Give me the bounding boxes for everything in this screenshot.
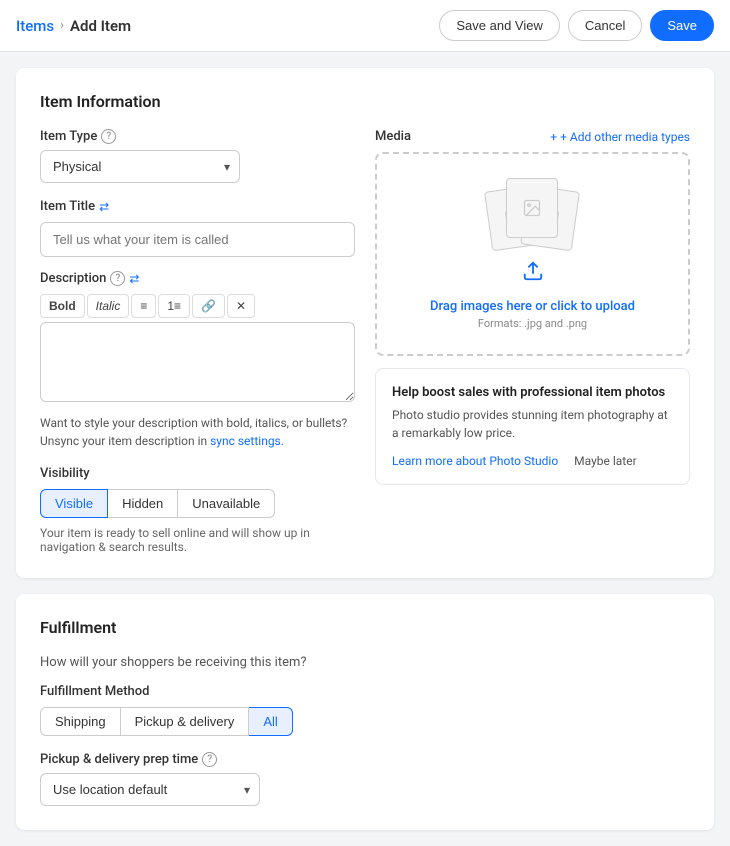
top-actions: Save and View Cancel Save — [439, 10, 714, 41]
prep-time-help-icon[interactable]: ? — [202, 752, 217, 767]
item-info-right: Media + + Add other media types — [375, 129, 690, 554]
photo-studio-card: Help boost sales with professional item … — [375, 368, 690, 485]
item-title-sync-icon[interactable]: ⇄ — [99, 200, 109, 214]
item-title-input[interactable] — [40, 222, 355, 257]
breadcrumb-items-link[interactable]: Items — [16, 17, 54, 35]
fulfillment-card: Fulfillment How will your shoppers be re… — [16, 594, 714, 830]
clear-format-button[interactable]: ✕ — [227, 294, 255, 318]
item-info-grid: Item Type ? Physical Digital Service ▾ I… — [40, 129, 690, 554]
item-type-select-wrapper: Physical Digital Service ▾ — [40, 150, 240, 183]
add-media-types-link[interactable]: + + Add other media types — [550, 130, 690, 144]
fulfillment-title: Fulfillment — [40, 618, 690, 637]
save-button[interactable]: Save — [650, 10, 714, 41]
item-info-title: Item Information — [40, 92, 690, 111]
link-button[interactable]: 🔗 — [192, 294, 225, 318]
maybe-later-link[interactable]: Maybe later — [574, 454, 636, 468]
media-label: Media — [375, 129, 411, 144]
photo-studio-title: Help boost sales with professional item … — [392, 385, 673, 400]
item-info-left: Item Type ? Physical Digital Service ▾ I… — [40, 129, 355, 554]
bullet-list-button[interactable]: ≡ — [131, 294, 156, 318]
numbered-list-button[interactable]: 1≡ — [158, 294, 190, 318]
all-method-button[interactable]: All — [249, 707, 292, 736]
breadcrumb-separator: › — [60, 18, 64, 33]
sync-settings-link[interactable]: sync settings. — [210, 434, 284, 448]
photo-card-center — [506, 178, 558, 238]
description-textarea[interactable] — [40, 322, 355, 402]
main-content: Item Information Item Type ? Physical Di… — [0, 52, 730, 846]
upload-text: Drag images here or click to upload — [430, 299, 635, 314]
fulfillment-description: How will your shoppers be receiving this… — [40, 655, 690, 670]
description-label: Description ? ⇄ — [40, 271, 355, 286]
visibility-label: Visibility — [40, 466, 355, 481]
upload-area[interactable]: Drag images here or click to upload Form… — [375, 152, 690, 356]
visibility-section: Visibility Visible Hidden Unavailable Yo… — [40, 466, 355, 554]
bold-button[interactable]: Bold — [40, 294, 85, 318]
media-header: Media + + Add other media types — [375, 129, 690, 144]
fulfillment-method-buttons: Shipping Pickup & delivery All — [40, 707, 690, 736]
save-and-view-button[interactable]: Save and View — [439, 10, 560, 41]
page-title: Add Item — [70, 17, 131, 35]
breadcrumb: Items › Add Item — [16, 17, 131, 35]
item-type-label: Item Type ? — [40, 129, 355, 144]
cancel-button[interactable]: Cancel — [568, 10, 642, 41]
prep-time-select[interactable]: Use location default 15 minutes 30 minut… — [40, 773, 260, 806]
visibility-hint: Your item is ready to sell online and wi… — [40, 526, 355, 554]
item-type-select[interactable]: Physical Digital Service — [40, 150, 240, 183]
photo-stack — [488, 178, 578, 248]
item-information-card: Item Information Item Type ? Physical Di… — [16, 68, 714, 578]
upload-icon — [522, 260, 544, 287]
visibility-hidden-button[interactable]: Hidden — [108, 489, 178, 518]
prep-time-select-wrapper: Use location default 15 minutes 30 minut… — [40, 773, 260, 806]
pickup-delivery-method-button[interactable]: Pickup & delivery — [121, 707, 250, 736]
description-toolbar: Bold Italic ≡ 1≡ 🔗 ✕ — [40, 294, 355, 318]
top-bar: Items › Add Item Save and View Cancel Sa… — [0, 0, 730, 52]
description-hint: Want to style your description with bold… — [40, 414, 355, 450]
italic-button[interactable]: Italic — [87, 294, 130, 318]
plus-icon: + — [550, 130, 557, 144]
shipping-method-button[interactable]: Shipping — [40, 707, 121, 736]
item-type-help-icon[interactable]: ? — [101, 129, 116, 144]
description-sync-icon[interactable]: ⇄ — [129, 272, 139, 286]
learn-more-photo-studio-link[interactable]: Learn more about Photo Studio — [392, 454, 558, 468]
description-help-icon[interactable]: ? — [110, 271, 125, 286]
visibility-unavailable-button[interactable]: Unavailable — [178, 489, 275, 518]
photo-studio-actions: Learn more about Photo Studio Maybe late… — [392, 454, 673, 468]
prep-time-label: Pickup & delivery prep time ? — [40, 752, 690, 767]
visibility-visible-button[interactable]: Visible — [40, 489, 108, 518]
upload-formats: Formats: .jpg and .png — [478, 317, 587, 330]
fulfillment-method-label: Fulfillment Method — [40, 684, 690, 699]
item-title-label: Item Title ⇄ — [40, 199, 355, 214]
visibility-buttons: Visible Hidden Unavailable — [40, 489, 355, 518]
photo-studio-description: Photo studio provides stunning item phot… — [392, 406, 673, 442]
